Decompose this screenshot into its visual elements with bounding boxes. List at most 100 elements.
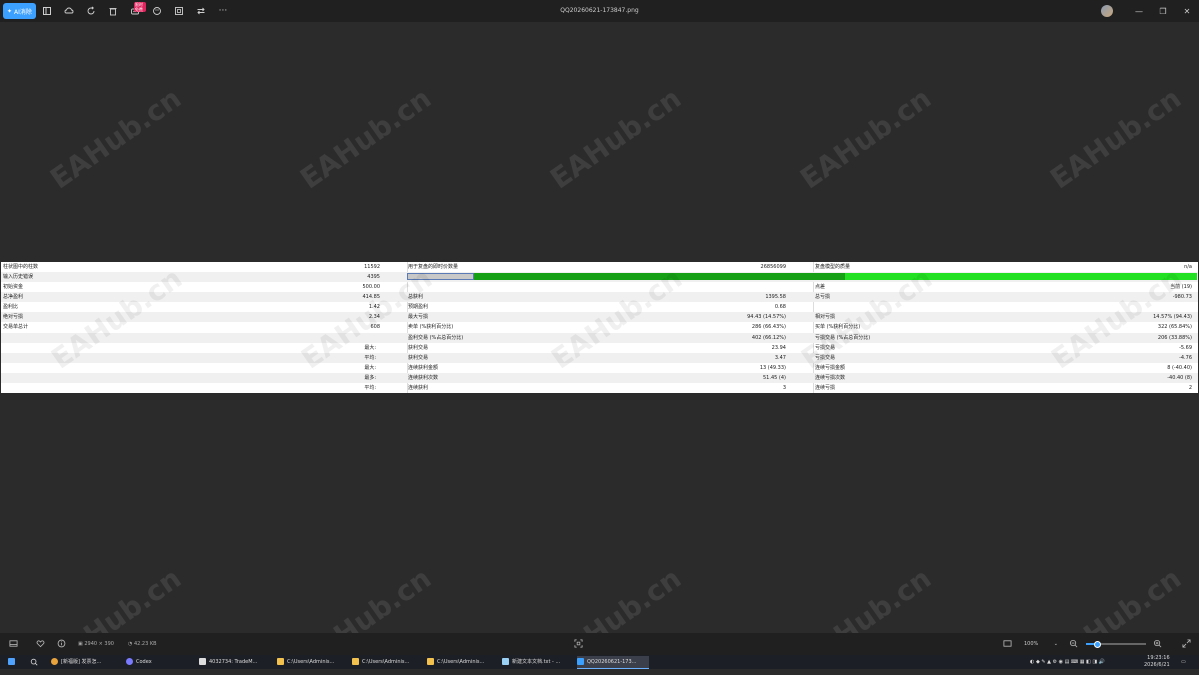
zoom-slider-handle[interactable]: [1094, 641, 1101, 648]
taskbar-item-trade[interactable]: 4032734: TradeM...: [199, 656, 271, 668]
report-value: 3.47: [774, 354, 786, 361]
notification-icon[interactable]: ▭: [1181, 655, 1186, 669]
ai-erase-button[interactable]: ✦ AI消除: [3, 3, 36, 19]
report-label: 盈利比: [3, 304, 19, 311]
crop-tool-button[interactable]: [36, 0, 58, 22]
zoom-in-icon[interactable]: [1153, 633, 1162, 655]
report-row: 总净盈利 414.85 总获利 1395.58 总亏损 -980.73: [1, 292, 1198, 303]
watermark: EAHub.cn: [544, 81, 688, 196]
taskbar-item-image-viewer[interactable]: QQ20260621-173...: [577, 656, 649, 669]
fullscreen-icon[interactable]: [1182, 633, 1191, 655]
folder-icon: [427, 658, 434, 665]
report-value: 4395: [367, 274, 380, 281]
free-badge: 限时免费: [133, 2, 146, 12]
taskbar-item-browser[interactable]: [新福版] 发票怎...: [51, 656, 119, 668]
report-row: 初始资金 500.00 点差 当前 (19): [1, 282, 1198, 292]
report-label: 连续获利: [408, 384, 429, 391]
image-icon: ▣: [78, 641, 83, 647]
report-row: 最大: 连续获利金额 13 (49.33) 连续亏损金额 8 (-40.40): [1, 363, 1198, 373]
info-icon[interactable]: [57, 633, 66, 655]
report-label: 最大亏损: [408, 314, 429, 321]
report-sublabel: 平均:: [364, 354, 376, 361]
report-row: 输入历史错误 4395: [1, 272, 1198, 283]
watermark: EAHub.cn: [44, 81, 188, 196]
report-label: 连续亏损次数: [815, 374, 846, 381]
more-label: ···: [218, 6, 228, 16]
windows-start-icon[interactable]: [8, 656, 18, 668]
restore-icon[interactable]: ❐: [1151, 7, 1175, 16]
zoom-select[interactable]: 100% ⌄: [1020, 638, 1062, 650]
modeling-quality-bar: [407, 273, 1197, 281]
frame-tool-button[interactable]: [168, 0, 190, 22]
report-value: 8 (-40.40): [1167, 364, 1192, 371]
report-label: 亏损交易: [815, 344, 836, 351]
report-label: 买单 (%获利百分比): [815, 324, 861, 331]
image-dimensions: ▣ 2940 × 390: [78, 641, 114, 647]
watermark: EAHub.cn: [1044, 81, 1188, 196]
report-value: 2.34: [368, 314, 380, 321]
ocr-scan-icon[interactable]: [574, 633, 583, 655]
frame-icon: [174, 7, 183, 15]
report-label: 连续获利金额: [408, 364, 439, 371]
avatar[interactable]: [1101, 5, 1113, 17]
taskbar-item-notepad[interactable]: 新建文本文档.txt - ...: [502, 656, 572, 668]
report-label: 总获利: [408, 294, 424, 301]
backtest-report: 柱状图中的柱数 11592 用于复盘的即时价数量 26856099 复盘模型的质量 n/a…: [1, 262, 1198, 393]
report-label: 亏损交易: [815, 354, 836, 361]
report-label: 点差: [815, 284, 826, 291]
report-label: 获利交易: [408, 354, 429, 361]
report-value: 206 (33.88%): [1157, 334, 1192, 341]
report-value: 26856099: [760, 264, 786, 270]
report-label: 卖单 (%获利百分比): [408, 324, 454, 331]
window-controls: — ❐ ✕: [1101, 0, 1199, 22]
search-icon[interactable]: [30, 656, 40, 668]
taskbar-item-explorer-1[interactable]: C:\Users\Adminis...: [277, 656, 347, 668]
report-row: 交易单总计 608 卖单 (%获利百分比) 286 (66.43%) 买单 (%获利百分…: [1, 322, 1198, 332]
taskbar-item-explorer-2[interactable]: C:\Users\Adminis...: [352, 656, 422, 668]
report-label: 总净盈利: [3, 294, 24, 301]
ai-erase-label: AI消除: [14, 8, 32, 16]
file-size-icon: ◔: [128, 641, 133, 647]
rotate-tool-button[interactable]: [80, 0, 102, 22]
taskbar-item-explorer-3[interactable]: C:\Users\Adminis...: [427, 656, 497, 668]
more-button[interactable]: ···: [212, 0, 234, 22]
zoom-slider[interactable]: [1086, 641, 1146, 648]
codex-icon: [126, 658, 133, 665]
close-icon[interactable]: ✕: [1175, 7, 1199, 16]
system-tray-icons[interactable]: ◐ ◆ ✎ ▲ ⚙ ◉ ▤ ⌨ ▦ ◧ ◨ 🔊: [1030, 655, 1105, 669]
quality-bar-light-green: [845, 273, 1197, 281]
delete-tool-button[interactable]: [102, 0, 124, 22]
watermark: EAHub.cn: [794, 81, 938, 196]
report-label: 相对亏损: [815, 314, 836, 321]
zoom-out-icon[interactable]: [1069, 633, 1078, 655]
heart-icon[interactable]: [36, 633, 45, 655]
report-value: 11592: [364, 264, 380, 270]
thumbnail-toggle-icon[interactable]: [9, 633, 18, 655]
report-row: 平均: 连续获利 3 连续亏损 2: [1, 383, 1198, 393]
report-value: 13 (49.33): [759, 364, 786, 371]
taskbar-item-codex[interactable]: Codex: [126, 656, 192, 668]
report-row: 盈利交易 (%占总百分比) 402 (66.12%) 亏损交易 (%占总百分比) 20…: [1, 332, 1198, 343]
clock[interactable]: 19:23:16 2026/6/21: [1144, 655, 1170, 669]
report-label: 亏损交易 (%占总百分比): [815, 334, 871, 341]
convert-tool-button[interactable]: [190, 0, 212, 22]
report-row: 盈利比 1.42 预期盈利 0.68: [1, 302, 1198, 312]
report-value: -40.40 (8): [1167, 374, 1192, 381]
report-label: 用于复盘的即时价数量: [408, 264, 459, 270]
report-row: 最多: 连续获利次数 51.45 (4) 连续亏损次数 -40.40 (8): [1, 372, 1198, 383]
fit-screen-icon[interactable]: [1003, 633, 1012, 655]
report-label: 初始资金: [3, 284, 24, 291]
image-viewer-icon: [577, 658, 584, 665]
report-value: 286 (66.43%): [751, 324, 786, 331]
file-size: ◔ 42.23 KB: [128, 641, 157, 647]
chevron-down-icon: ⌄: [1053, 641, 1058, 647]
report-value: 3: [782, 384, 786, 391]
free-tool-button[interactable]: 限时免费: [124, 0, 146, 22]
cloud-tool-button[interactable]: [58, 0, 80, 22]
folder-icon: [277, 658, 284, 665]
edit-tool-button[interactable]: [146, 0, 168, 22]
minimize-icon[interactable]: —: [1127, 7, 1151, 16]
report-value: 322 (65.84%): [1157, 324, 1192, 331]
report-value: 1.42: [368, 304, 380, 311]
report-value: 608: [370, 324, 380, 331]
